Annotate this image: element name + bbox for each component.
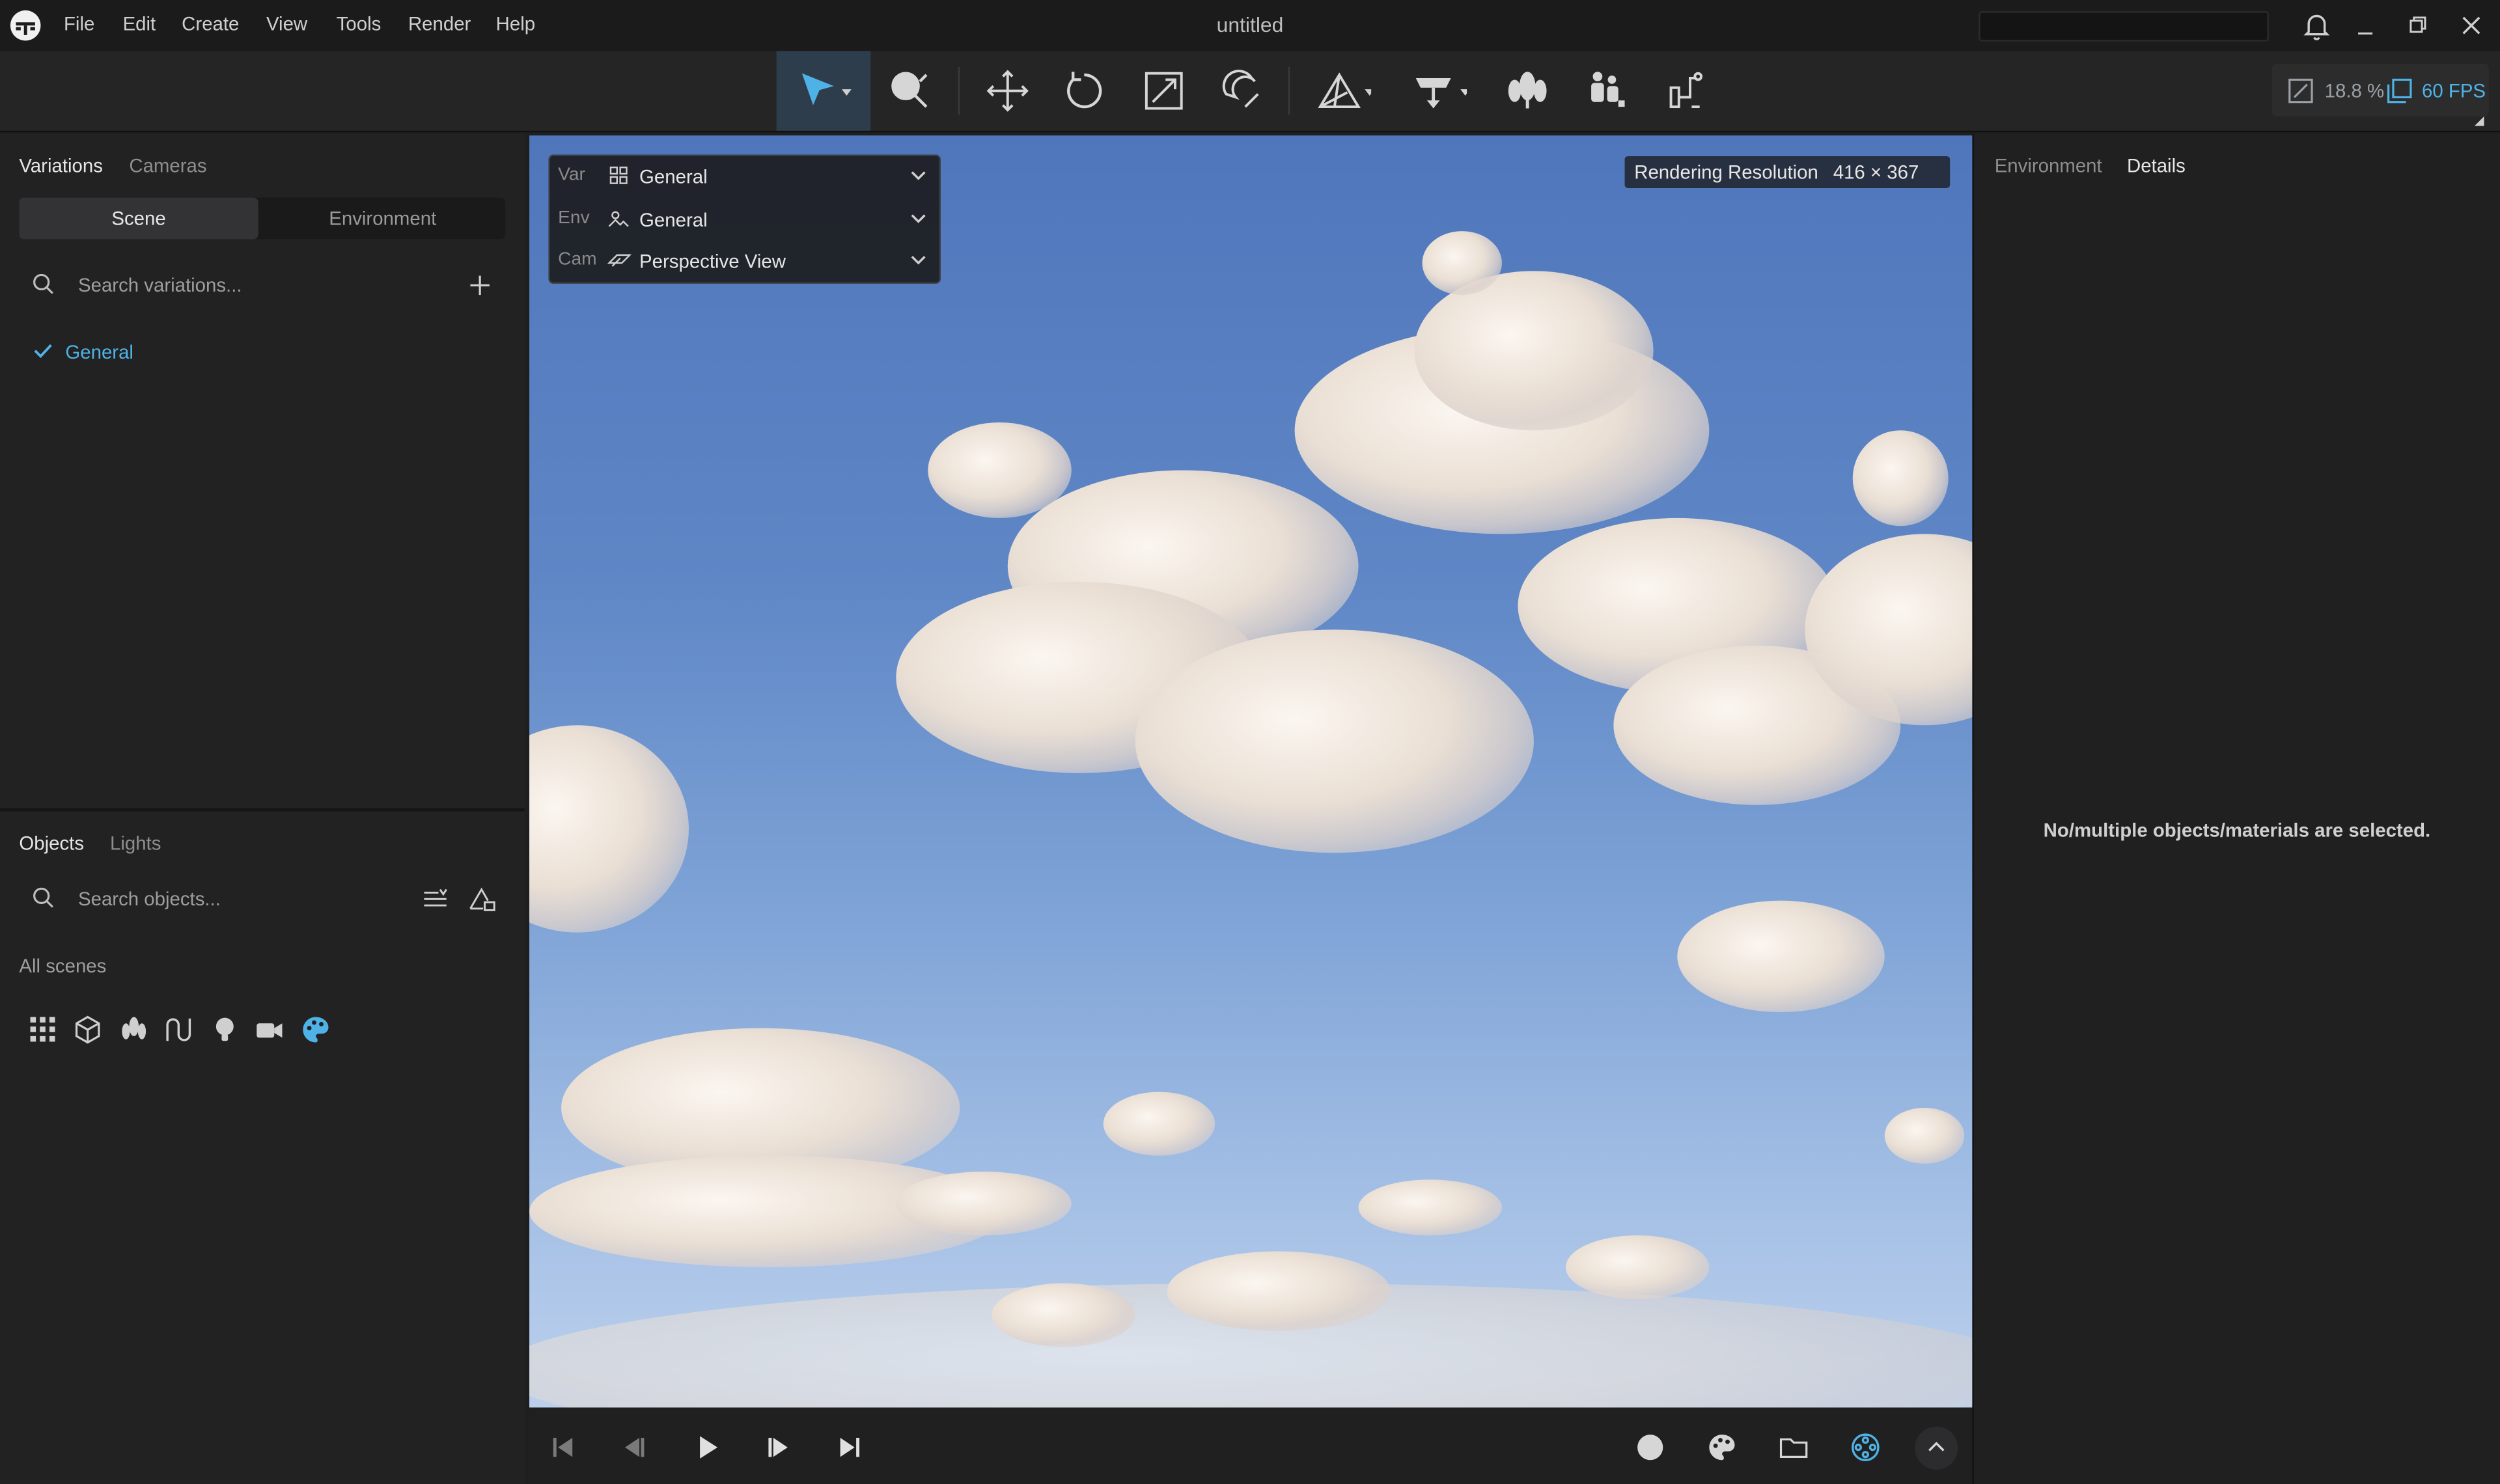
material-picker-icon[interactable] xyxy=(878,59,942,123)
close-icon[interactable] xyxy=(2454,8,2489,43)
expand-button[interactable] xyxy=(1915,1426,1958,1470)
tab-environment[interactable]: Environment xyxy=(1995,155,2102,177)
restore-icon[interactable] xyxy=(2401,8,2436,43)
play-icon[interactable] xyxy=(692,1431,724,1463)
menu-help[interactable]: Help xyxy=(496,13,535,35)
shapes-filter-icon[interactable] xyxy=(465,883,497,915)
folder-icon[interactable] xyxy=(1778,1431,1810,1463)
document-title: untitled xyxy=(1216,12,1284,37)
resolution-scale-icon xyxy=(2286,77,2315,105)
bulb-icon[interactable] xyxy=(209,1014,241,1046)
curve-icon[interactable] xyxy=(163,1014,195,1046)
app-logo-icon[interactable] xyxy=(10,10,42,42)
resize-corner-icon xyxy=(2474,105,2484,126)
var-label: Var xyxy=(558,165,585,186)
var-select[interactable]: General xyxy=(639,166,708,188)
cube-icon[interactable] xyxy=(72,1014,104,1046)
env-label: Env xyxy=(558,208,590,228)
menu-create[interactable]: Create xyxy=(182,13,239,35)
move-icon[interactable] xyxy=(976,59,1040,123)
chevron-down-icon[interactable] xyxy=(907,164,929,186)
title-search-input[interactable] xyxy=(1979,11,2269,42)
search-variations-input[interactable]: Search variations... xyxy=(78,274,242,296)
menu-edit[interactable]: Edit xyxy=(123,13,156,35)
cam-label: Cam xyxy=(558,250,597,269)
bell-icon[interactable] xyxy=(2299,8,2334,43)
palette-icon[interactable] xyxy=(299,1014,331,1046)
vegetation-icon[interactable] xyxy=(1495,59,1559,123)
add-geometry-icon[interactable] xyxy=(1307,59,1375,123)
search-icon xyxy=(31,271,56,296)
variations-icon xyxy=(607,164,630,186)
env-select[interactable]: General xyxy=(639,209,708,231)
rotate-icon[interactable] xyxy=(1052,59,1116,123)
frames-icon xyxy=(2385,77,2414,105)
right-panel xyxy=(1973,133,2500,1484)
minimize-icon[interactable] xyxy=(2348,8,2383,43)
skip-start-icon[interactable] xyxy=(547,1431,579,1463)
chevron-down-icon[interactable] xyxy=(907,249,929,271)
scope-label[interactable]: All scenes xyxy=(19,955,106,977)
menu-render[interactable]: Render xyxy=(408,13,471,35)
zoom-level: 18.8 % xyxy=(2324,79,2385,102)
filter-list-icon[interactable] xyxy=(419,883,451,915)
variation-item-general[interactable]: General xyxy=(65,341,133,363)
constraint-icon[interactable] xyxy=(1652,59,1715,123)
resolution-label: Rendering Resolution xyxy=(1634,161,1818,184)
rendering-resolution-badge: Rendering Resolution 416 × 367 xyxy=(1624,156,1951,188)
panel-divider[interactable] xyxy=(0,808,525,812)
camera-icon[interactable] xyxy=(253,1014,285,1046)
tab-cameras[interactable]: Cameras xyxy=(129,155,206,177)
environment-icon xyxy=(607,207,630,229)
search-icon xyxy=(31,885,56,910)
film-reel-icon[interactable] xyxy=(1850,1431,1882,1463)
segment-environment[interactable]: Environment xyxy=(263,198,502,240)
skip-end-icon[interactable] xyxy=(834,1431,866,1463)
search-objects-input[interactable]: Search objects... xyxy=(78,888,221,910)
select-arrow-icon[interactable] xyxy=(788,59,852,123)
fps-readout: 60 FPS xyxy=(2422,79,2486,102)
perspective-camera-icon xyxy=(607,249,632,271)
tab-lights[interactable]: Lights xyxy=(110,832,161,854)
check-icon xyxy=(32,340,54,362)
toolbar-separator xyxy=(958,66,960,115)
cam-select[interactable]: Perspective View xyxy=(639,250,786,272)
panel-divider[interactable] xyxy=(1972,133,1974,1484)
tab-objects[interactable]: Objects xyxy=(19,832,84,854)
people-icon[interactable] xyxy=(1574,59,1637,123)
scale-icon[interactable] xyxy=(1132,59,1196,123)
menu-tools[interactable]: Tools xyxy=(337,13,382,35)
step-back-icon[interactable] xyxy=(618,1431,650,1463)
snap-icon[interactable] xyxy=(1210,59,1274,123)
chevron-up-icon xyxy=(1928,1442,1945,1451)
vegetation-icon[interactable] xyxy=(118,1014,150,1046)
no-selection-message: No/multiple objects/materials are select… xyxy=(2043,819,2431,842)
tab-variations[interactable]: Variations xyxy=(19,155,103,177)
toolbar-separator xyxy=(1288,66,1290,115)
add-variation-icon[interactable] xyxy=(465,271,494,299)
sphere-icon[interactable] xyxy=(1634,1431,1666,1463)
bottom-bar xyxy=(529,1408,1973,1484)
add-light-icon[interactable] xyxy=(1403,59,1470,123)
resolution-value: 416 × 367 xyxy=(1833,161,1919,184)
menu-view[interactable]: View xyxy=(266,13,307,35)
grid-icon[interactable] xyxy=(27,1014,59,1046)
step-forward-icon[interactable] xyxy=(762,1431,794,1463)
segment-scene[interactable]: Scene xyxy=(19,197,258,240)
palette-icon[interactable] xyxy=(1706,1431,1738,1463)
chevron-down-icon[interactable] xyxy=(907,207,929,229)
menu-file[interactable]: File xyxy=(64,13,94,35)
tab-details[interactable]: Details xyxy=(2127,155,2186,177)
viewport-3d[interactable] xyxy=(529,135,1973,1408)
